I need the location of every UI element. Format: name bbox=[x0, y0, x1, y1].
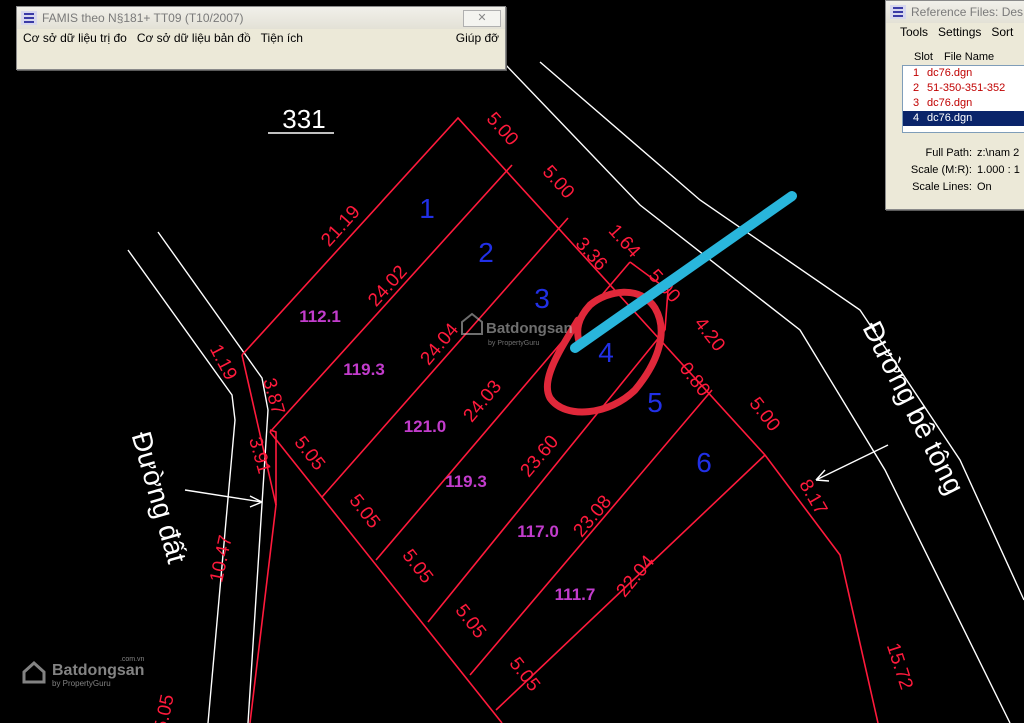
file-list-header: Slot File Name bbox=[914, 51, 994, 63]
road-name-right: Đường bê tông bbox=[857, 316, 971, 499]
menu-item-sort[interactable]: Sort bbox=[991, 25, 1013, 39]
dim-label: 4.20 bbox=[690, 314, 729, 356]
dim-label: 15.72 bbox=[882, 640, 917, 692]
reference-app-icon bbox=[890, 5, 906, 19]
watermark-center-brand: Batdongsan bbox=[486, 320, 573, 337]
dim-label: 1.64 bbox=[604, 221, 645, 263]
parcel-area-3: 121.0 bbox=[404, 417, 447, 436]
dim-label: 5.05 bbox=[345, 491, 384, 533]
famis-window[interactable]: FAMIS theo N§181+ TT09 (T10/2007) ✕ Cơ s… bbox=[16, 6, 506, 70]
dim-label: 5.05 bbox=[398, 546, 437, 588]
menu-item-settings[interactable]: Settings bbox=[938, 25, 981, 39]
marker-stroke bbox=[570, 191, 797, 353]
dim-label: 24.03 bbox=[459, 377, 506, 427]
block-number: 331 bbox=[282, 104, 325, 134]
full-path-label: Full Path: bbox=[925, 147, 972, 159]
famis-title: FAMIS theo N§181+ TT09 (T10/2007) bbox=[42, 11, 244, 25]
famis-title-bar[interactable]: FAMIS theo N§181+ TT09 (T10/2007) ✕ bbox=[17, 7, 505, 29]
parcel-id-1: 1 bbox=[419, 193, 435, 224]
dim-label: 3.36 bbox=[571, 234, 611, 276]
menu-item-help[interactable]: Giúp đỡ bbox=[456, 31, 499, 45]
parcel-area-4: 119.3 bbox=[445, 472, 487, 491]
file-slot: 3 bbox=[912, 97, 920, 109]
file-name: dc76.dgn bbox=[927, 67, 973, 79]
reference-files-window[interactable]: Reference Files: Des Tools Settings Sort… bbox=[885, 0, 1024, 210]
parcel-area-1: 112.1 bbox=[299, 307, 341, 326]
center-watermark: Batdongsan by PropertyGuru bbox=[461, 312, 573, 347]
file-slot: 2 bbox=[912, 82, 920, 94]
arrow-to-right-road bbox=[815, 444, 889, 481]
parcel-id-4: 4 bbox=[598, 337, 614, 368]
dim-label: 1.19 bbox=[205, 341, 241, 384]
scale-lines-value: On bbox=[977, 181, 992, 193]
road-name-left: Đường đất bbox=[126, 428, 193, 567]
list-item[interactable]: 2 51-350-351-352 bbox=[903, 81, 1024, 96]
dim-label: 22.04 bbox=[612, 551, 659, 601]
list-item[interactable]: 3 dc76.dgn bbox=[903, 96, 1024, 111]
parcel-area-5: 117.0 bbox=[517, 522, 559, 541]
dim-label: 3.87 bbox=[258, 376, 288, 417]
parcel-id-6: 6 bbox=[696, 447, 712, 478]
menu-item-tools[interactable]: Tools bbox=[900, 25, 928, 39]
dim-label: 21.19 bbox=[317, 202, 364, 251]
scale-lines-row: Scale Lines: On bbox=[908, 181, 992, 193]
file-name: dc76.dgn bbox=[927, 112, 973, 124]
dim-label: 5.05 bbox=[151, 693, 179, 723]
list-item[interactable]: 1 dc76.dgn bbox=[903, 66, 1024, 81]
close-icon[interactable]: ✕ bbox=[463, 9, 501, 27]
dim-label: 5.05 bbox=[290, 433, 329, 475]
house-icon bbox=[22, 660, 46, 684]
dim-label: 5.00 bbox=[482, 109, 522, 151]
parcel-area-6: 111.7 bbox=[555, 585, 596, 604]
file-name: dc76.dgn bbox=[927, 97, 973, 109]
dim-label: 5.00 bbox=[538, 162, 578, 204]
full-path-row: Full Path: z:\nam 2 bbox=[908, 147, 1020, 159]
file-slot: 1 bbox=[912, 67, 920, 79]
reference-menu-bar: Tools Settings Sort bbox=[886, 23, 1024, 41]
dim-label: 8.17 bbox=[794, 476, 831, 519]
famis-app-icon bbox=[21, 11, 37, 25]
dim-label: 23.60 bbox=[516, 432, 563, 482]
parcel-id-3: 3 bbox=[534, 283, 550, 314]
scale-lines-label: Scale Lines: bbox=[912, 181, 972, 193]
dim-label: 24.02 bbox=[364, 262, 411, 311]
scale-label: Scale (M:R): bbox=[910, 164, 972, 176]
reference-files-title: Reference Files: Des bbox=[911, 5, 1024, 19]
dim-label: 5.00 bbox=[745, 394, 784, 436]
menu-item-utilities[interactable]: Tiện ích bbox=[261, 31, 303, 45]
parcel-area-2: 119.3 bbox=[343, 360, 385, 379]
dim-label: 10.47 bbox=[206, 533, 236, 584]
watermark-brand: Batdongsan bbox=[52, 662, 145, 679]
menu-item-map-db[interactable]: Cơ sở dữ liệu bản đồ bbox=[137, 31, 251, 45]
scale-value: 1.000 : 1 bbox=[977, 164, 1020, 176]
parcel-id-5: 5 bbox=[647, 387, 663, 418]
reference-file-list[interactable]: 1 dc76.dgn 2 51-350-351-352 3 dc76.dgn 4 dc7… bbox=[902, 65, 1024, 133]
file-name: 51-350-351-352 bbox=[927, 82, 1006, 94]
watermark-sub: by PropertyGuru bbox=[52, 679, 111, 688]
reference-files-title-bar[interactable]: Reference Files: Des bbox=[886, 1, 1024, 23]
cad-drawing-canvas[interactable]: 331 1 2 3 4 5 6 112.1 119.3 121.0 119.3 … bbox=[0, 0, 1024, 723]
dim-label: 5.05 bbox=[505, 654, 544, 696]
watermark-house-icon bbox=[461, 312, 483, 335]
parcel-id-2: 2 bbox=[478, 237, 494, 268]
file-slot: 4 bbox=[912, 112, 920, 124]
dim-label: 3.91 bbox=[244, 435, 274, 476]
famis-menu-bar: Cơ sở dữ liệu trị đo Cơ sở dữ liệu bản đ… bbox=[17, 29, 505, 47]
column-slot[interactable]: Slot bbox=[914, 51, 933, 63]
full-path-value: z:\nam 2 bbox=[977, 147, 1020, 159]
list-item-selected[interactable]: 4 dc76.dgn bbox=[903, 111, 1024, 126]
watermark-center-sub: by PropertyGuru bbox=[488, 340, 539, 347]
menu-item-survey-db[interactable]: Cơ sở dữ liệu trị đo bbox=[23, 31, 127, 45]
scale-row: Scale (M:R): 1.000 : 1 bbox=[908, 164, 1020, 176]
dim-label: 5.05 bbox=[451, 601, 490, 643]
watermark-logo: .com.vn Batdongsan by PropertyGuru bbox=[20, 656, 144, 688]
dim-label: 23.08 bbox=[569, 492, 616, 542]
column-file-name[interactable]: File Name bbox=[944, 51, 994, 63]
